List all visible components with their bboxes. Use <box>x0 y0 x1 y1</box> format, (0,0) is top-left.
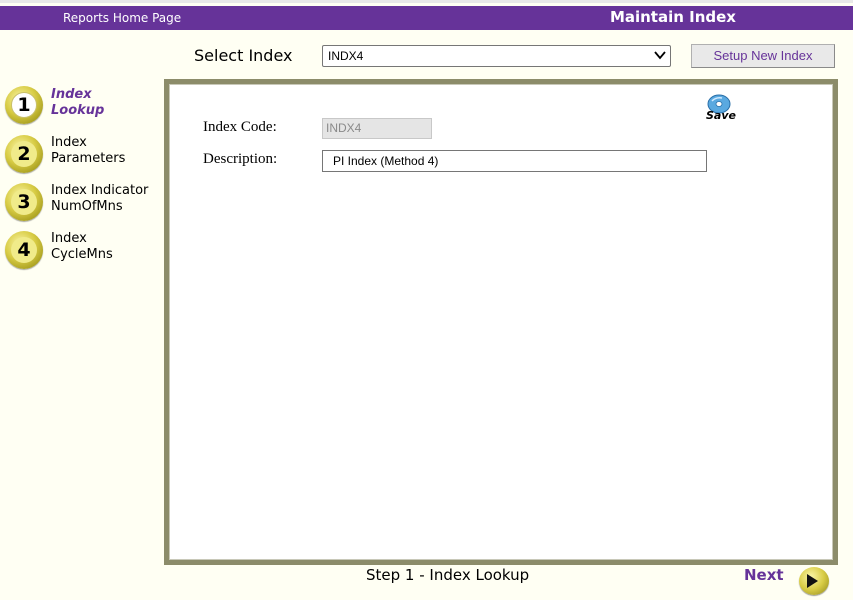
next-link[interactable]: Next <box>744 566 784 584</box>
index-select-value: INDX4 <box>328 49 364 63</box>
description-label: Description: <box>203 151 278 167</box>
chevron-down-icon <box>654 51 666 60</box>
top-divider <box>0 0 853 3</box>
step-4-badge: 4 <box>5 231 43 269</box>
step-3-label: Index Indicator NumOfMns <box>51 183 149 214</box>
main-panel: Save Index Code: INDX4 Description: PI I… <box>169 84 833 560</box>
save-label[interactable]: Save <box>706 109 736 122</box>
step-1-badge: 1 <box>5 86 43 124</box>
step-3-badge: 3 <box>5 183 43 221</box>
step-2-badge: 2 <box>5 135 43 173</box>
index-code-label: Index Code: <box>203 119 277 135</box>
next-button[interactable] <box>799 567 829 595</box>
header-bar: Reports Home Page Maintain Index <box>0 6 853 30</box>
description-field[interactable]: PI Index (Method 4) <box>322 150 707 172</box>
step-2-label: Index Parameters <box>51 135 126 166</box>
step-1-label: Index Lookup <box>51 87 105 118</box>
page-title: Maintain Index <box>609 8 736 26</box>
select-index-label: Select Index <box>194 46 293 65</box>
reports-home-link[interactable]: Reports Home Page <box>63 11 181 25</box>
step-4-label: Index CycleMns <box>51 231 113 262</box>
index-code-field: INDX4 <box>322 118 432 139</box>
main-panel-frame: Save Index Code: INDX4 Description: PI I… <box>164 79 838 565</box>
index-select-dropdown[interactable]: INDX4 <box>322 45 671 67</box>
arrow-right-icon <box>807 574 818 588</box>
setup-new-index-button[interactable]: Setup New Index <box>691 44 835 68</box>
current-step-caption: Step 1 - Index Lookup <box>366 566 530 584</box>
